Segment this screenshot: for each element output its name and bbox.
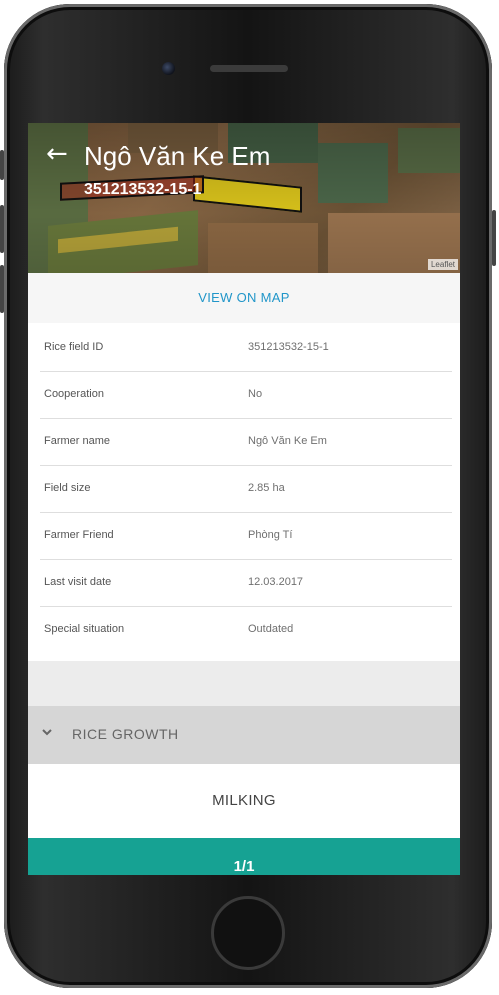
view-on-map-button[interactable]: VIEW ON MAP bbox=[28, 273, 460, 323]
map-attribution[interactable]: Leaflet bbox=[427, 259, 458, 270]
detail-label: Field size bbox=[44, 482, 91, 494]
mute-switch bbox=[0, 150, 4, 180]
detail-row: Cooperation No bbox=[40, 372, 452, 419]
app-screen: ← Ngô Văn Ke Em 351213532-15-1 Leaflet V… bbox=[28, 123, 460, 875]
detail-value: 12.03.2017 bbox=[248, 576, 304, 588]
volume-up-button bbox=[0, 205, 4, 253]
page-title: Ngô Văn Ke Em bbox=[84, 141, 271, 171]
arrow-back-icon[interactable]: ← bbox=[46, 141, 68, 167]
power-button bbox=[492, 210, 496, 266]
detail-row: Last visit date 12.03.2017 bbox=[40, 560, 452, 607]
detail-row: Special situation Outdated bbox=[40, 607, 452, 654]
chevron-down-icon bbox=[42, 729, 52, 736]
field-details-table: Rice field ID 351213532-15-1 Cooperation… bbox=[28, 323, 460, 661]
detail-label: Farmer name bbox=[44, 435, 111, 447]
map-header: ← Ngô Văn Ke Em 351213532-15-1 Leaflet bbox=[28, 123, 460, 273]
growth-stage: MILKING bbox=[28, 764, 460, 838]
earpiece-speaker bbox=[210, 65, 288, 72]
detail-label: Farmer Friend bbox=[44, 529, 114, 541]
rice-growth-section-header[interactable]: RICE GROWTH bbox=[28, 706, 460, 764]
detail-value: Ngô Văn Ke Em bbox=[248, 435, 327, 447]
detail-label: Cooperation bbox=[44, 388, 104, 400]
detail-row: Farmer name Ngô Văn Ke Em bbox=[40, 419, 452, 466]
camera-icon bbox=[162, 62, 175, 75]
detail-value: Outdated bbox=[248, 623, 294, 635]
section-title: RICE GROWTH bbox=[72, 726, 179, 742]
detail-value: 2.85 ha bbox=[248, 482, 285, 494]
detail-row: Rice field ID 351213532-15-1 bbox=[40, 325, 452, 372]
detail-value: No bbox=[248, 388, 263, 400]
detail-label: Rice field ID bbox=[44, 341, 104, 353]
detail-value: Phòng Tí bbox=[248, 529, 293, 541]
page-subtitle: 351213532-15-1 bbox=[84, 181, 202, 198]
detail-row: Farmer Friend Phòng Tí bbox=[40, 513, 452, 560]
volume-down-button bbox=[0, 265, 4, 313]
detail-value: 351213532-15-1 bbox=[248, 341, 329, 353]
detail-label: Special situation bbox=[44, 623, 125, 635]
detail-row: Field size 2.85 ha bbox=[40, 466, 452, 513]
home-button[interactable] bbox=[211, 896, 285, 970]
pager-bar[interactable]: 1/1 bbox=[28, 838, 460, 875]
detail-label: Last visit date bbox=[44, 576, 112, 588]
pager-label: 1/1 bbox=[233, 858, 255, 875]
